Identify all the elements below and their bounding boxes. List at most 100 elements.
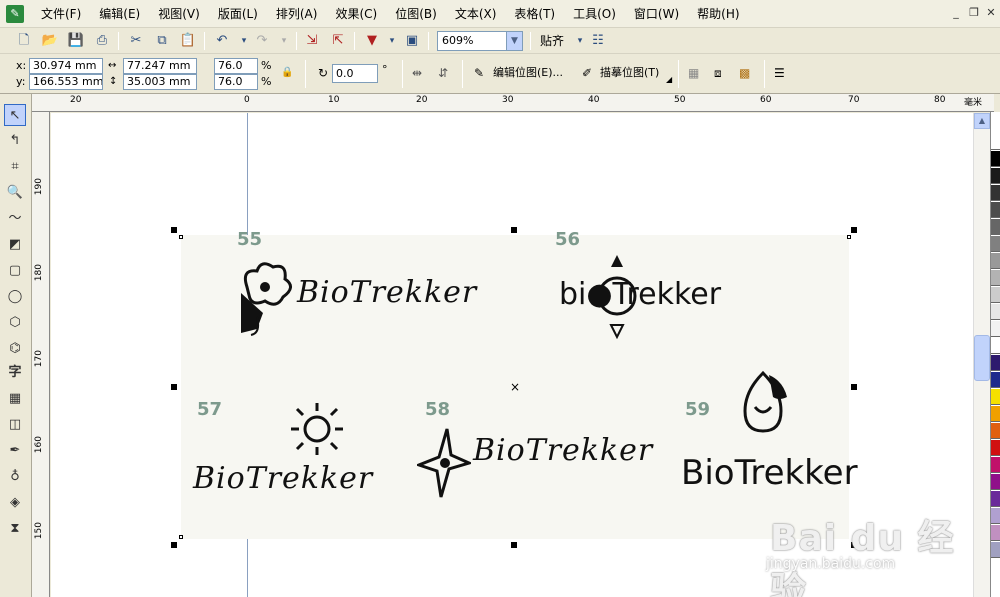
basic-shapes-tool-icon[interactable]: ⌬	[4, 338, 26, 360]
selection-handle-ne[interactable]	[851, 227, 857, 233]
interactive-fill-tool-icon[interactable]: ⧗	[4, 518, 26, 540]
height-field[interactable]: 35.003 mm	[123, 74, 197, 90]
zoom-level-select[interactable]: 609% ▼	[437, 31, 523, 51]
color-swatch[interactable]	[991, 321, 1000, 337]
print-icon[interactable]: ⎙	[92, 31, 112, 51]
bitmap-node[interactable]	[847, 235, 851, 239]
trace-dropdown-icon[interactable]: ◢	[666, 72, 672, 88]
scroll-up-icon[interactable]: ▲	[974, 113, 990, 129]
launcher-dropdown-icon[interactable]: ▾	[382, 31, 402, 51]
drawing-canvas[interactable]: 55 BioTrekker 56 bi●Trekker 57 BioTrekke…	[51, 113, 973, 597]
menu-window[interactable]: 窗口(W)	[625, 3, 688, 25]
restore-icon[interactable]: ❐	[966, 5, 982, 21]
import-icon[interactable]: ⇲	[302, 31, 322, 51]
menu-layout[interactable]: 版面(L)	[209, 3, 267, 25]
color-swatch[interactable]	[991, 253, 1000, 269]
chevron-down-icon[interactable]: ▼	[506, 32, 522, 50]
color-swatch[interactable]	[991, 270, 1000, 286]
ellipse-tool-icon[interactable]: ◯	[4, 286, 26, 308]
color-swatch[interactable]	[991, 423, 1000, 439]
bitmap-color-mask-icon[interactable]: ▩	[739, 65, 750, 81]
menu-tools[interactable]: 工具(O)	[564, 3, 625, 25]
color-swatch[interactable]	[991, 168, 1000, 184]
y-position-field[interactable]: 166.553 mm	[29, 74, 103, 90]
polygon-tool-icon[interactable]: ⬡	[4, 312, 26, 334]
freehand-tool-icon[interactable]: 〜	[4, 208, 26, 230]
scale-y-field[interactable]: 76.0	[214, 74, 258, 90]
interactive-blend-tool-icon[interactable]: ◫	[4, 414, 26, 436]
selection-handle-nw[interactable]	[171, 227, 177, 233]
menu-help[interactable]: 帮助(H)	[688, 3, 748, 25]
rectangle-tool-icon[interactable]: ▢	[4, 260, 26, 282]
new-document-icon[interactable]: 🗋	[14, 31, 34, 51]
color-swatch[interactable]	[991, 202, 1000, 218]
color-swatch[interactable]	[991, 338, 1000, 354]
welcome-screen-icon[interactable]: ▣	[402, 31, 422, 51]
color-swatch[interactable]	[991, 542, 1000, 558]
color-swatch[interactable]	[991, 491, 1000, 507]
mirror-vertical-icon[interactable]: ⇵	[438, 65, 448, 81]
text-wrap-icon[interactable]: ☰	[774, 65, 785, 81]
selection-center-marker[interactable]: ×	[510, 381, 520, 393]
crop-tool-icon[interactable]: ⌗	[4, 156, 26, 178]
crop-bitmap-icon[interactable]: ▦	[688, 65, 699, 81]
color-swatch[interactable]	[991, 219, 1000, 235]
color-swatch[interactable]	[991, 440, 1000, 456]
minimize-icon[interactable]: _	[948, 5, 964, 21]
rotation-angle-field[interactable]: 0.0	[332, 64, 378, 83]
selection-handle-w[interactable]	[171, 384, 177, 390]
menu-file[interactable]: 文件(F)	[32, 3, 90, 25]
bitmap-node[interactable]	[179, 535, 183, 539]
menu-text[interactable]: 文本(X)	[446, 3, 506, 25]
color-swatch[interactable]	[991, 389, 1000, 405]
color-swatch[interactable]	[991, 236, 1000, 252]
color-swatch[interactable]	[991, 355, 1000, 371]
open-folder-icon[interactable]: 📂	[40, 31, 60, 51]
selection-handle-n[interactable]	[511, 227, 517, 233]
scale-x-field[interactable]: 76.0	[214, 58, 258, 74]
options-icon[interactable]: ☷	[588, 31, 608, 51]
application-launcher-icon[interactable]: ▼	[362, 31, 382, 51]
export-icon[interactable]: ⇱	[328, 31, 348, 51]
resample-icon[interactable]: ⧈	[714, 65, 722, 81]
table-tool-icon[interactable]: ▦	[4, 388, 26, 410]
outline-tool-icon[interactable]: ♁	[4, 466, 26, 488]
menu-edit[interactable]: 编辑(E)	[90, 3, 149, 25]
mirror-horizontal-icon[interactable]: ⇹	[412, 65, 422, 81]
vertical-ruler[interactable]: 190 180 170 160 150	[32, 112, 50, 597]
undo-dropdown-icon[interactable]: ▾	[234, 31, 254, 51]
menu-table[interactable]: 表格(T)	[505, 3, 564, 25]
save-icon[interactable]: 💾	[66, 31, 86, 51]
lock-ratio-icon[interactable]: 🔒	[281, 65, 293, 81]
color-swatch[interactable]	[991, 474, 1000, 490]
horizontal-ruler[interactable]: 20 0 10 20 30 40 50 60 70 80 毫米	[32, 94, 994, 112]
text-tool-icon[interactable]: 字	[4, 362, 26, 384]
paste-icon[interactable]: 📋	[178, 31, 198, 51]
x-position-field[interactable]: 30.974 mm	[29, 58, 103, 74]
trace-bitmap-button[interactable]: 描摹位图(T)	[600, 65, 659, 81]
copy-icon[interactable]: ⧉	[152, 31, 172, 51]
scrollbar-thumb[interactable]	[974, 335, 990, 381]
menu-bitmaps[interactable]: 位图(B)	[386, 3, 446, 25]
shape-tool-icon[interactable]: ↰	[4, 130, 26, 152]
color-swatch[interactable]	[991, 134, 1000, 150]
menu-arrange[interactable]: 排列(A)	[267, 3, 327, 25]
close-icon[interactable]: ✕	[983, 5, 999, 21]
smart-fill-tool-icon[interactable]: ◩	[4, 234, 26, 256]
color-swatch[interactable]	[991, 525, 1000, 541]
color-swatch[interactable]	[991, 287, 1000, 303]
color-swatch[interactable]	[991, 406, 1000, 422]
color-swatch[interactable]	[991, 372, 1000, 388]
snap-dropdown-icon[interactable]: ▾	[570, 31, 590, 51]
color-swatch[interactable]	[991, 508, 1000, 524]
vertical-scrollbar[interactable]: ▲	[973, 113, 990, 597]
undo-icon[interactable]: ↶	[212, 31, 232, 51]
color-swatch[interactable]	[991, 151, 1000, 167]
snap-to-button[interactable]: 贴齐	[540, 31, 564, 51]
pick-tool-icon[interactable]: ↖	[4, 104, 26, 126]
selection-handle-sw[interactable]	[171, 542, 177, 548]
eyedropper-tool-icon[interactable]: ✒	[4, 440, 26, 462]
menu-view[interactable]: 视图(V)	[149, 3, 209, 25]
app-icon[interactable]: ✎	[6, 4, 24, 23]
zoom-tool-icon[interactable]: 🔍	[4, 182, 26, 204]
